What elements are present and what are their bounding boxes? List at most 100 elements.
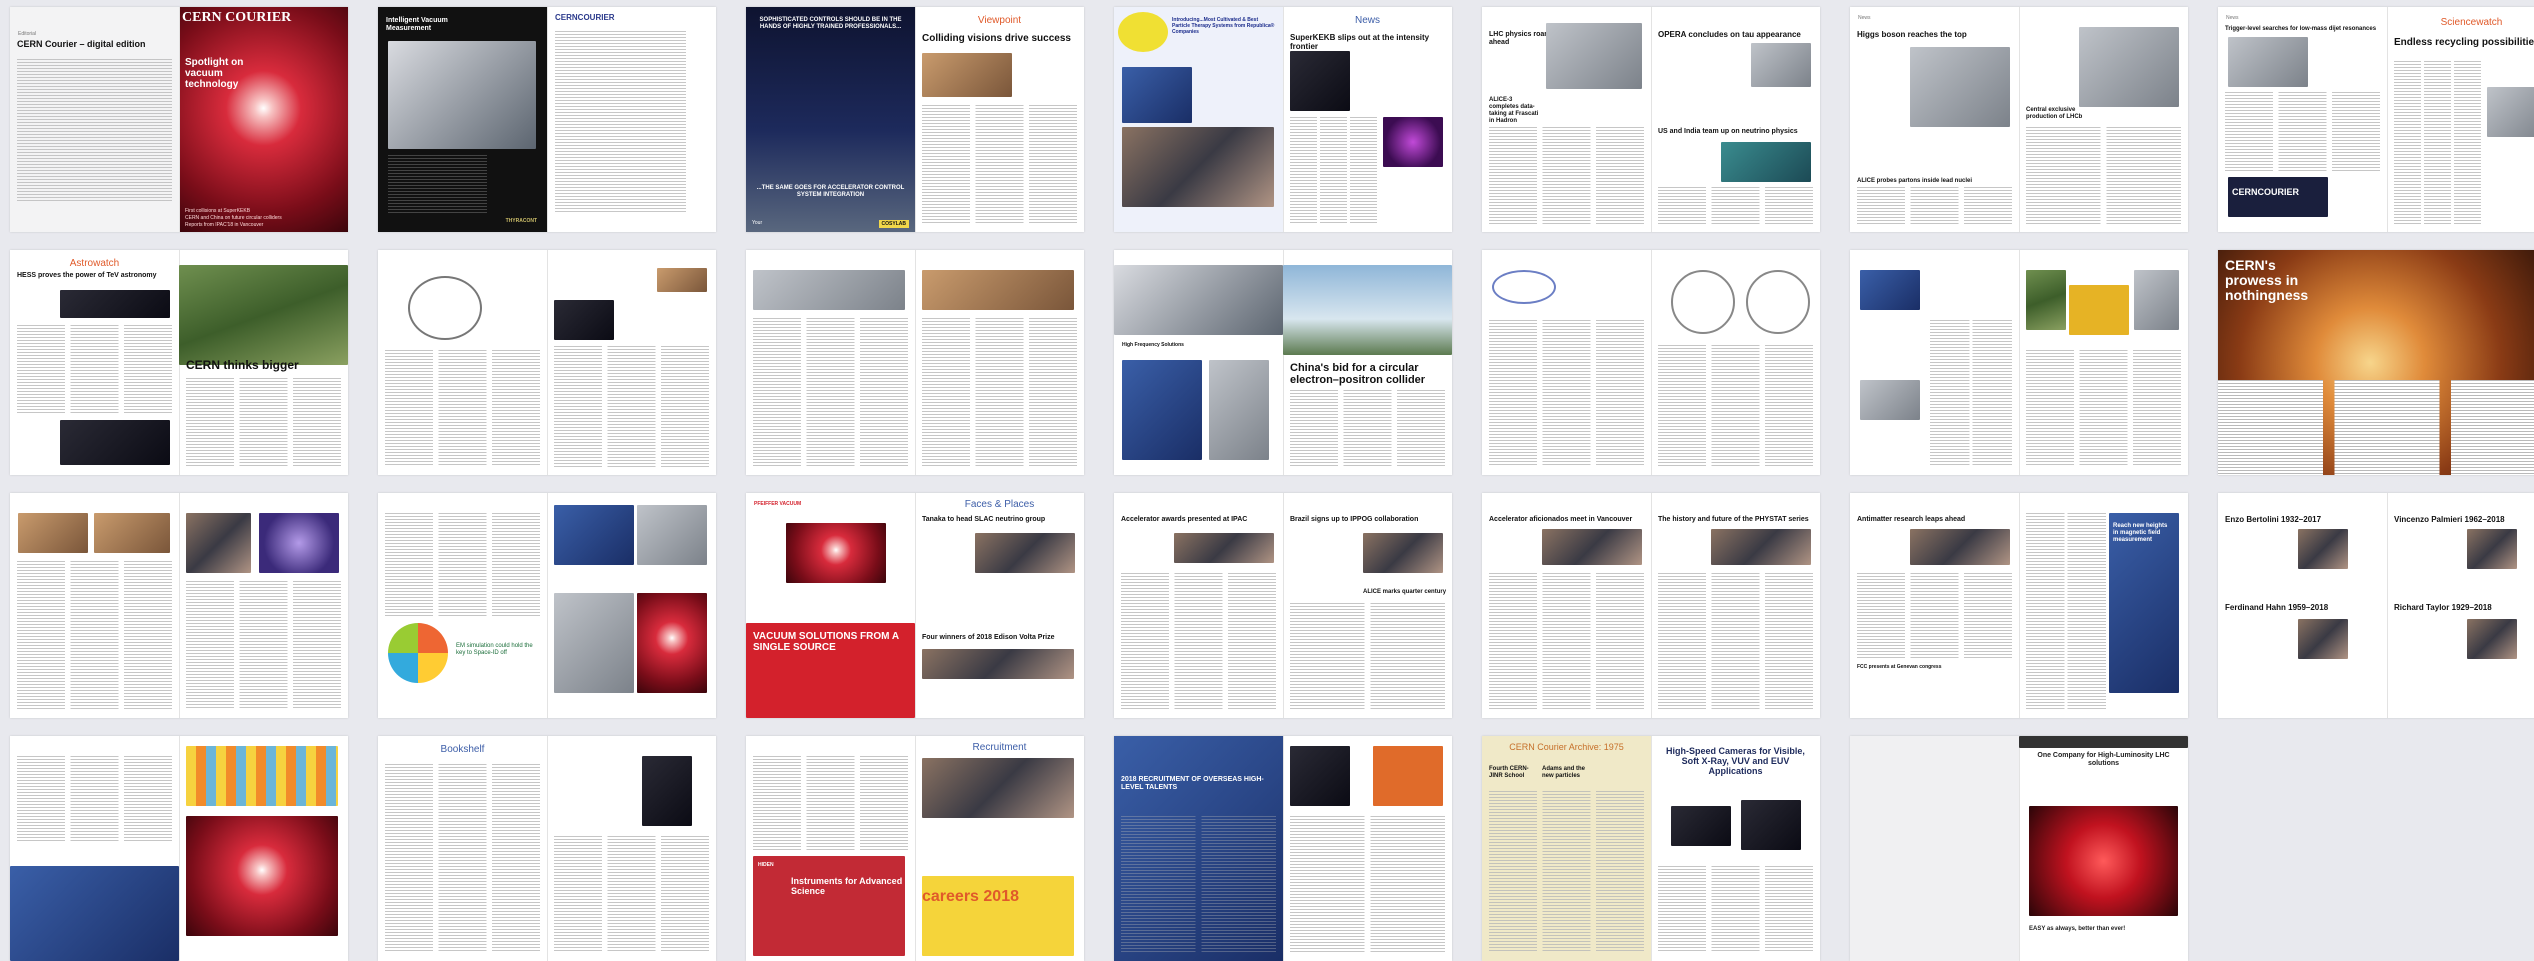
photo	[922, 270, 1074, 310]
page-thumbnail[interactable]: HIDEN Instruments for Advanced Science	[746, 736, 915, 961]
page-thumbnail[interactable]	[746, 250, 915, 475]
spread-thumbnail[interactable]: SOPHISTICATED CONTROLS SHOULD BE IN THE …	[746, 7, 1084, 232]
page-thumbnail[interactable]: Central exclusive production of LHCb	[2019, 7, 2188, 232]
page-thumbnail[interactable]: Editorial CERN Courier – digital edition	[10, 7, 179, 232]
page-thumbnail[interactable]	[10, 736, 179, 961]
page-thumbnail[interactable]: The history and future of the PHYSTAT se…	[1651, 493, 1820, 718]
page-thumbnail[interactable]	[915, 250, 1084, 475]
spread-thumbnail[interactable]: News Higgs boson reaches the top ALICE p…	[1850, 7, 2188, 232]
page-thumbnail[interactable]: China's bid for a circular electron–posi…	[1283, 250, 1452, 475]
headline: China's bid for a circular electron–posi…	[1290, 362, 1426, 386]
page-thumbnail[interactable]: CERN thinks bigger	[179, 250, 348, 475]
ad-panel	[554, 593, 634, 693]
body-text	[2225, 92, 2380, 172]
page-thumbnail[interactable]: Intelligent Vacuum Measurement THYRACONT	[378, 7, 547, 232]
spread-thumbnail[interactable]: One Company for High-Luminosity LHC solu…	[1850, 736, 2188, 961]
body-text	[1290, 117, 1377, 224]
spread-thumbnail[interactable]	[746, 250, 1084, 475]
page-thumbnail[interactable]: Viewpoint Colliding visions drive succes…	[915, 7, 1084, 232]
spread-thumbnail[interactable]: Astrowatch HESS proves the power of TeV …	[10, 250, 348, 475]
page-thumbnail[interactable]: Astrowatch HESS proves the power of TeV …	[10, 250, 179, 475]
page-thumbnail[interactable]: High-Speed Cameras for Visible, Soft X-R…	[1651, 736, 1820, 961]
ad-headline: Reach new heights in magnetic field meas…	[2113, 523, 2168, 543]
page-thumbnail[interactable]	[1283, 736, 1452, 961]
page-thumbnail[interactable]: Brazil signs up to IPPOG collaboration A…	[1283, 493, 1452, 718]
page-thumbnail[interactable]	[1482, 250, 1651, 475]
spread-thumbnail[interactable]: EM simulation could hold the key to Spac…	[378, 493, 716, 718]
page-thumbnail[interactable]: Sciencewatch Endless recycling possibili…	[2387, 7, 2534, 232]
spread-thumbnail[interactable]	[1850, 250, 2188, 475]
page-thumbnail[interactable]: One Company for High-Luminosity LHC solu…	[2019, 736, 2188, 961]
spread-thumbnail[interactable]	[10, 736, 348, 961]
spread-thumbnail[interactable]: Accelerator aficionados meet in Vancouve…	[1482, 493, 1820, 718]
page-thumbnail[interactable]: Reach new heights in magnetic field meas…	[2019, 493, 2188, 718]
page-thumbnail[interactable]: 2018 RECRUITMENT OF OVERSEAS HIGH-LEVEL …	[1114, 736, 1283, 961]
page-thumbnail[interactable]	[179, 736, 348, 961]
page-thumbnail[interactable]: Recruitment careers 2018	[915, 736, 1084, 961]
spread-thumbnail[interactable]: CERN's prowess in nothingness	[2218, 250, 2534, 475]
page-thumbnail[interactable]	[547, 493, 716, 718]
chart-figure	[1546, 23, 1642, 89]
page-thumbnail[interactable]	[547, 250, 716, 475]
map	[2069, 285, 2129, 335]
page-thumbnail[interactable]	[2019, 250, 2188, 475]
page-thumbnail[interactable]: PFEIFFER VACUUM VACUUM SOLUTIONS FROM A …	[746, 493, 915, 718]
spread-thumbnail[interactable]	[378, 250, 716, 475]
page-thumbnail[interactable]: News SuperKEKB slips out at the intensit…	[1283, 7, 1452, 232]
page-thumbnail[interactable]	[1651, 250, 1820, 475]
page-thumbnail[interactable]	[378, 250, 547, 475]
spread-thumbnail[interactable]	[10, 493, 348, 718]
page-thumbnail[interactable]: CERN Courier Archive: 1975 Fourth CERN-J…	[1482, 736, 1651, 961]
headline: SuperKEKB slips out at the intensity fro…	[1290, 33, 1430, 51]
figure	[1860, 380, 1920, 420]
figure	[2487, 87, 2534, 137]
photo	[18, 513, 88, 553]
page-thumbnail[interactable]: Vincenzo Palmieri 1962–2018 Richard Tayl…	[2387, 493, 2534, 718]
ad-panel	[1122, 67, 1192, 123]
spread-thumbnail[interactable]: Enzo Bertolini 1932–2017 Ferdinand Hahn …	[2218, 493, 2534, 718]
spread-thumbnail[interactable]: News Trigger-level searches for low-mass…	[2218, 7, 2534, 232]
page-thumbnail[interactable]	[1850, 736, 2019, 961]
page-thumbnail[interactable]: Accelerator aficionados meet in Vancouve…	[1482, 493, 1651, 718]
page-thumbnail[interactable]: High Frequency Solutions	[1114, 250, 1283, 475]
chart-figure	[1751, 43, 1811, 87]
page-thumbnail[interactable]	[1850, 250, 2019, 475]
photo	[60, 420, 170, 465]
page-thumbnail[interactable]: EM simulation could hold the key to Spac…	[378, 493, 547, 718]
page-thumbnail[interactable]: OPERA concludes on tau appearance US and…	[1651, 7, 1820, 232]
page-thumbnail[interactable]: Antimatter research leaps ahead FCC pres…	[1850, 493, 2019, 718]
page-thumbnail[interactable]: Enzo Bertolini 1932–2017 Ferdinand Hahn …	[2218, 493, 2387, 718]
spread-thumbnail[interactable]: Bookshelf	[378, 736, 716, 961]
ad-brand: PFEIFFER VACUUM	[754, 501, 802, 507]
spread-thumbnail[interactable]: PFEIFFER VACUUM VACUUM SOLUTIONS FROM A …	[746, 493, 1084, 718]
page-thumbnail[interactable]: News Trigger-level searches for low-mass…	[2218, 7, 2387, 232]
spread-thumbnail[interactable]: HIDEN Instruments for Advanced Science R…	[746, 736, 1084, 961]
page-thumbnail[interactable]: News Higgs boson reaches the top ALICE p…	[1850, 7, 2019, 232]
page-thumbnail[interactable]: Bookshelf	[378, 736, 547, 961]
spread-thumbnail[interactable]: CERN Courier Archive: 1975 Fourth CERN-J…	[1482, 736, 1820, 961]
page-thumbnail[interactable]: CERNCOURIER	[547, 7, 716, 232]
spread-thumbnail[interactable]: 2018 RECRUITMENT OF OVERSEAS HIGH-LEVEL …	[1114, 736, 1452, 961]
page-thumbnail[interactable]	[547, 736, 716, 961]
spread-thumbnail[interactable]: LHC physics roars ahead ALICE-3 complete…	[1482, 7, 1820, 232]
spread-thumbnail[interactable]: High Frequency Solutions China's bid for…	[1114, 250, 1452, 475]
spread-thumbnail[interactable]: Accelerator awards presented at IPAC Bra…	[1114, 493, 1452, 718]
spread-thumbnail[interactable]: Editorial CERN Courier – digital edition…	[10, 7, 348, 232]
page-thumbnail[interactable]: Faces & Places Tanaka to head SLAC neutr…	[915, 493, 1084, 718]
page-thumbnail[interactable]: Introducing...Most Cultivated & Best Par…	[1114, 7, 1283, 232]
page-thumbnail[interactable]: CERN's prowess in nothingness	[2218, 250, 2534, 475]
spread-thumbnail[interactable]: Intelligent Vacuum Measurement THYRACONT…	[378, 7, 716, 232]
page-thumbnail[interactable]: CERN COURIER Spotlight on vacuum technol…	[179, 7, 348, 232]
page-thumbnail[interactable]: LHC physics roars ahead ALICE-3 complete…	[1482, 7, 1651, 232]
spread-thumbnail[interactable]: Antimatter research leaps ahead FCC pres…	[1850, 493, 2188, 718]
spread-thumbnail[interactable]: Introducing...Most Cultivated & Best Par…	[1114, 7, 1452, 232]
spread-thumbnail[interactable]	[1482, 250, 1820, 475]
page-thumbnail[interactable]	[10, 493, 179, 718]
page-thumbnail[interactable]: SOPHISTICATED CONTROLS SHOULD BE IN THE …	[746, 7, 915, 232]
page-thumbnail[interactable]	[179, 493, 348, 718]
figure-caption: EM simulation could hold the key to Spac…	[456, 643, 533, 656]
page-thumbnail[interactable]: Accelerator awards presented at IPAC	[1114, 493, 1283, 718]
body-text	[554, 836, 709, 953]
body-text	[1857, 573, 2012, 658]
cover-headline: Spotlight on vacuum technology	[185, 57, 244, 90]
